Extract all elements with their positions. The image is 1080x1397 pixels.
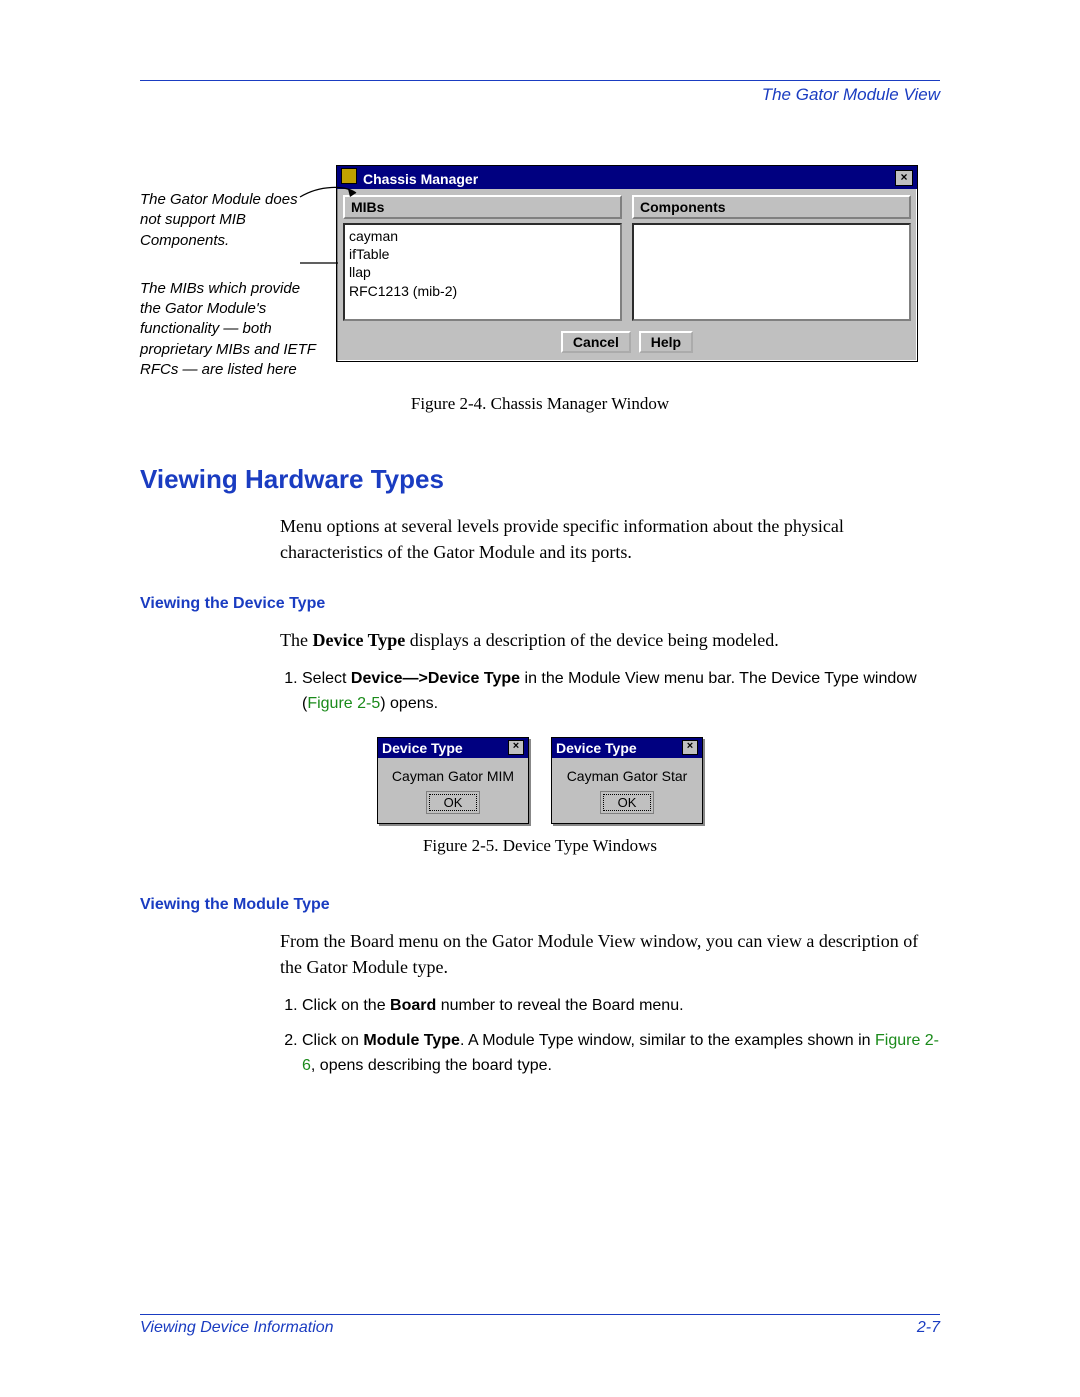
ok-button[interactable]: OK <box>603 794 652 811</box>
margin-note-2: The MIBs which provide the Gator Module'… <box>140 279 318 380</box>
text: displays a description of the device bei… <box>405 630 778 650</box>
step: Click on Module Type. A Module Type wind… <box>302 1029 940 1079</box>
figure-2-4-caption: Figure 2-4. Chassis Manager Window <box>140 394 940 414</box>
figure-xref[interactable]: Figure 2-5 <box>307 695 380 712</box>
window-title-text: Device Type <box>556 740 637 756</box>
subsection-2-intro: From the Board menu on the Gator Module … <box>280 928 940 980</box>
device-type-window-1: Device Type × Cayman Gator MIM OK <box>377 737 529 824</box>
text: ) opens. <box>380 695 438 712</box>
components-list[interactable] <box>632 223 911 321</box>
device-type-value: Cayman Gator MIM <box>382 768 524 784</box>
window-titlebar[interactable]: Chassis Manager × <box>337 166 917 189</box>
footer-section: Viewing Device Information <box>140 1319 334 1337</box>
page-footer: Viewing Device Information 2-7 <box>140 1314 940 1337</box>
term-board: Board <box>390 997 436 1014</box>
list-item[interactable]: cayman <box>349 227 616 245</box>
window-titlebar[interactable]: Device Type × <box>378 738 528 758</box>
window-body: Cayman Gator Star OK <box>552 758 702 823</box>
text: number to reveal the Board menu. <box>436 997 683 1014</box>
device-type-window-2: Device Type × Cayman Gator Star OK <box>551 737 703 824</box>
footer-rule <box>140 1314 940 1315</box>
margin-notes: The Gator Module does not support MIB Co… <box>140 165 318 380</box>
list-item[interactable]: ifTable <box>349 245 616 263</box>
window-body: MIBs cayman ifTable llap RFC1213 (mib-2)… <box>337 189 917 327</box>
text: , opens describing the board type. <box>311 1057 552 1074</box>
mibs-list[interactable]: cayman ifTable llap RFC1213 (mib-2) <box>343 223 622 321</box>
window-body: Cayman Gator MIM OK <box>378 758 528 823</box>
text: The <box>280 630 312 650</box>
window-title-text: Chassis Manager <box>363 171 478 187</box>
cancel-button[interactable]: Cancel <box>561 331 631 353</box>
window-title-text: Device Type <box>382 740 463 756</box>
close-icon[interactable]: × <box>682 740 698 755</box>
window-title: Chassis Manager <box>341 168 478 187</box>
running-header: The Gator Module View <box>140 85 940 105</box>
text: Click on the <box>302 997 390 1014</box>
list-item[interactable]: llap <box>349 263 616 281</box>
subsection-1-steps: Select Device—>Device Type in the Module… <box>280 667 940 717</box>
chassis-manager-window: Chassis Manager × MIBs cayman ifTable ll… <box>336 165 918 362</box>
page-content: The Gator Module View The Gator Module d… <box>140 80 940 1098</box>
close-icon[interactable]: × <box>508 740 524 755</box>
device-type-value: Cayman Gator Star <box>556 768 698 784</box>
subsection-2-steps: Click on the Board number to reveal the … <box>280 994 940 1078</box>
text: . A Module Type window, similar to the e… <box>460 1032 875 1049</box>
app-icon <box>341 168 357 184</box>
components-column: Components <box>632 195 911 321</box>
step: Click on the Board number to reveal the … <box>302 994 940 1019</box>
text: Click on <box>302 1032 363 1049</box>
subsection-1-intro: The Device Type displays a description o… <box>280 627 940 653</box>
term-device-type: Device Type <box>312 630 405 650</box>
device-type-windows: Device Type × Cayman Gator MIM OK Device… <box>140 737 940 824</box>
list-item[interactable]: RFC1213 (mib-2) <box>349 282 616 300</box>
mibs-label[interactable]: MIBs <box>343 195 622 219</box>
section-intro: Menu options at several levels provide s… <box>280 513 940 565</box>
header-rule <box>140 80 940 81</box>
subsection-2-heading: Viewing the Module Type <box>140 896 940 914</box>
components-label[interactable]: Components <box>632 195 911 219</box>
figure-2-5-caption: Figure 2-5. Device Type Windows <box>140 836 940 856</box>
figure-2-4-block: The Gator Module does not support MIB Co… <box>140 165 940 380</box>
help-button[interactable]: Help <box>639 331 693 353</box>
term-module-type: Module Type <box>363 1032 460 1049</box>
text: Select <box>302 670 351 687</box>
close-icon[interactable]: × <box>895 170 913 186</box>
menu-path: Device—>Device Type <box>351 670 520 687</box>
window-buttons: Cancel Help <box>337 327 917 361</box>
window-titlebar[interactable]: Device Type × <box>552 738 702 758</box>
mibs-column: MIBs cayman ifTable llap RFC1213 (mib-2) <box>343 195 622 321</box>
step: Select Device—>Device Type in the Module… <box>302 667 940 717</box>
section-heading: Viewing Hardware Types <box>140 464 940 495</box>
page-number: 2-7 <box>917 1319 940 1337</box>
ok-button[interactable]: OK <box>429 794 478 811</box>
subsection-1-heading: Viewing the Device Type <box>140 595 940 613</box>
margin-note-1: The Gator Module does not support MIB Co… <box>140 190 318 251</box>
